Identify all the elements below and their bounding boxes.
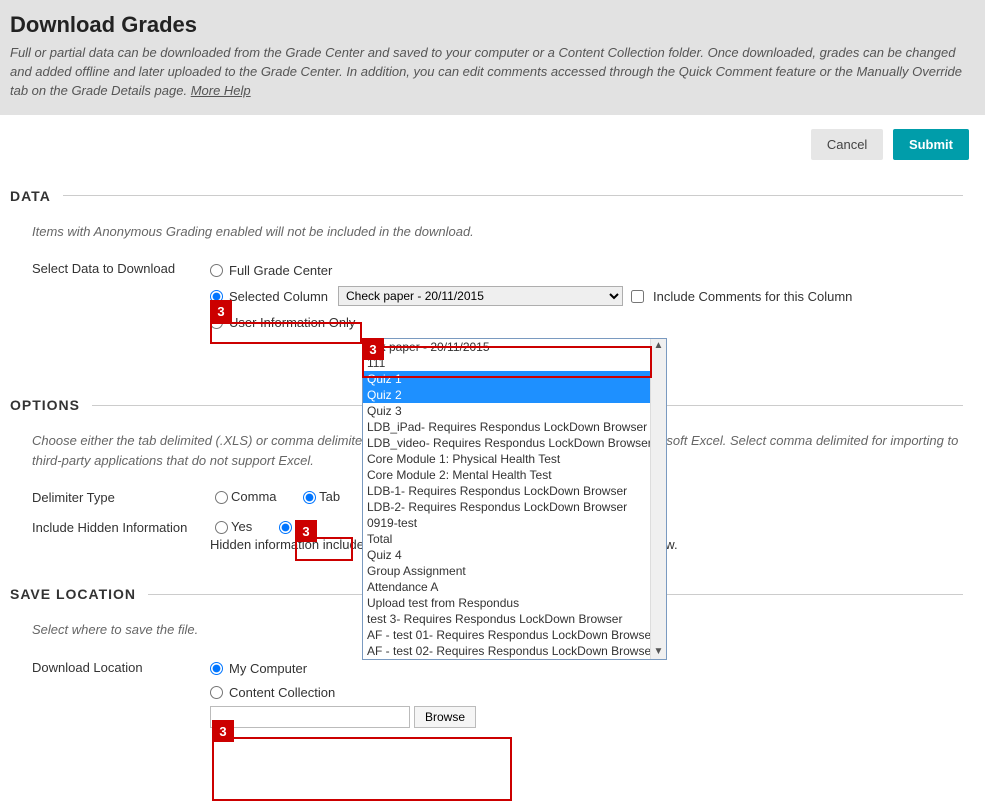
- dropdown-item[interactable]: test 3- Requires Respondus LockDown Brow…: [363, 611, 650, 627]
- include-comments-label: Include Comments for this Column: [653, 289, 852, 304]
- opt-full-grade-center[interactable]: Full Grade Center: [210, 259, 975, 281]
- callout-dropdown-badge: 3: [362, 338, 384, 360]
- dropdown-item[interactable]: AF - test 02- Requires Respondus LockDow…: [363, 643, 650, 659]
- page-header: Download Grades Full or partial data can…: [0, 0, 985, 115]
- dropdown-item[interactable]: Group Assignment: [363, 563, 650, 579]
- hidden-yes[interactable]: Yes: [210, 518, 252, 534]
- page-description: Full or partial data can be downloaded f…: [10, 44, 975, 101]
- dropdown-item[interactable]: Quiz 3: [363, 403, 650, 419]
- page-title: Download Grades: [10, 12, 975, 38]
- dropdown-scrollbar[interactable]: ▲ ▼: [650, 339, 666, 659]
- data-section: DATA Items with Anonymous Grading enable…: [0, 188, 985, 338]
- download-location-label: Download Location: [32, 658, 210, 675]
- more-help-link[interactable]: More Help: [191, 83, 251, 98]
- dropdown-item[interactable]: Core Module 2: Mental Health Test: [363, 467, 650, 483]
- opt-my-computer[interactable]: My Computer: [210, 658, 975, 680]
- dropdown-item[interactable]: LDB-2- Requires Respondus LockDown Brows…: [363, 499, 650, 515]
- dropdown-item[interactable]: AF - test 01- Requires Respondus LockDow…: [363, 627, 650, 643]
- dropdown-item[interactable]: LDB-1- Requires Respondus LockDown Brows…: [363, 483, 650, 499]
- delimiter-label: Delimiter Type: [32, 488, 210, 505]
- callout-box-tab: [295, 537, 353, 561]
- scroll-down-icon[interactable]: ▼: [654, 645, 664, 659]
- my-computer-radio[interactable]: [210, 662, 223, 675]
- opt-content-collection[interactable]: Content Collection: [210, 682, 975, 704]
- dropdown-item[interactable]: LDB_video- Requires Respondus LockDown B…: [363, 435, 650, 451]
- hidden-info-label: Include Hidden Information: [32, 518, 210, 535]
- hidden-no-radio[interactable]: [279, 521, 292, 534]
- dropdown-item[interactable]: Total: [363, 531, 650, 547]
- data-heading: DATA: [10, 188, 975, 204]
- delimiter-tab-radio[interactable]: [303, 491, 316, 504]
- dropdown-item[interactable]: Quiz 4: [363, 547, 650, 563]
- cancel-button[interactable]: Cancel: [811, 129, 883, 160]
- scroll-up-icon[interactable]: ▲: [654, 339, 664, 353]
- delimiter-comma-radio[interactable]: [215, 491, 228, 504]
- dropdown-item[interactable]: 0919-test: [363, 515, 650, 531]
- callout-box-selected-column: [210, 322, 362, 344]
- opt-full-radio[interactable]: [210, 264, 223, 277]
- delimiter-tab[interactable]: Tab: [298, 488, 340, 504]
- dropdown-item[interactable]: Quiz 2: [363, 387, 650, 403]
- anonymous-note: Items with Anonymous Grading enabled wil…: [10, 222, 975, 242]
- dropdown-item[interactable]: Attendance A: [363, 579, 650, 595]
- content-collection-radio[interactable]: [210, 686, 223, 699]
- dropdown-item[interactable]: Core Module 1: Physical Health Test: [363, 451, 650, 467]
- dropdown-list[interactable]: eck paper - 20/11/2015 111 Quiz 1 Quiz 2…: [363, 339, 650, 659]
- opt-selected-column[interactable]: Selected Column Check paper - 20/11/2015…: [210, 285, 975, 307]
- column-dropdown-panel: 3 eck paper - 20/11/2015 111 Quiz 1 Quiz…: [362, 338, 667, 660]
- column-select[interactable]: Check paper - 20/11/2015: [338, 286, 623, 306]
- action-bar: Cancel Submit: [0, 115, 985, 174]
- dropdown-item[interactable]: LDB_iPad- Requires Respondus LockDown Br…: [363, 419, 650, 435]
- include-comments-checkbox[interactable]: [631, 290, 644, 303]
- callout-box-download-location: [212, 737, 512, 801]
- dropdown-item[interactable]: Upload test from Respondus: [363, 595, 650, 611]
- delimiter-comma[interactable]: Comma: [210, 488, 277, 504]
- browse-button[interactable]: Browse: [414, 706, 476, 728]
- callout-selected-column: 3: [210, 300, 232, 322]
- select-data-label: Select Data to Download: [32, 259, 210, 276]
- submit-button[interactable]: Submit: [893, 129, 969, 160]
- hidden-yes-radio[interactable]: [215, 521, 228, 534]
- callout-box-quiz: [362, 346, 652, 378]
- content-collection-path-input[interactable]: [210, 706, 410, 728]
